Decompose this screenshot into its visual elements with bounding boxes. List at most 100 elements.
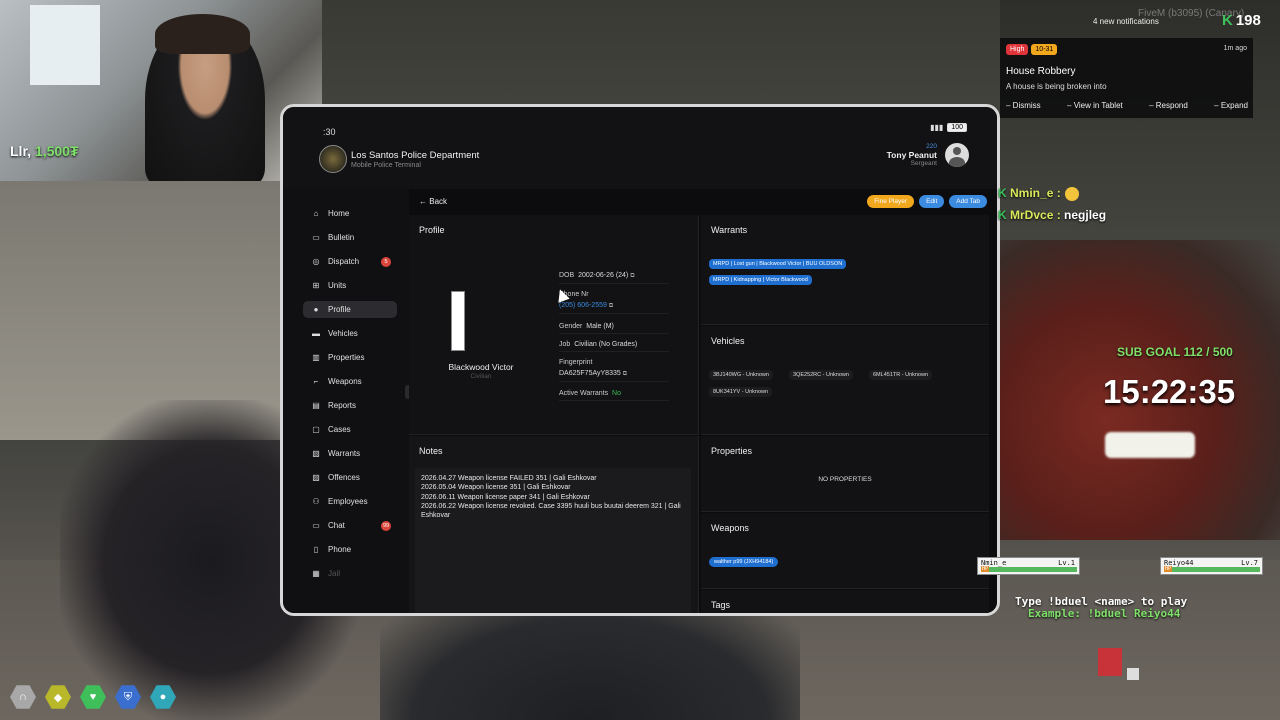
cases-icon: ▢ [312,425,320,434]
chat-icon: ▭ [312,521,320,530]
water-icon: ● [150,685,176,709]
sidebar-item-chat[interactable]: ▭ Chat 99 [303,517,397,534]
fine-player-button[interactable]: Fine Player [867,195,915,208]
copy-icon[interactable]: ⧉ [630,273,634,279]
webcam-window [30,5,100,85]
sidebar-item-weapons[interactable]: ⌐ Weapons [303,373,397,390]
avatar[interactable] [945,143,969,167]
gun-icon: ⌐ [313,377,319,386]
sidebar-item-label: Vehicles [328,329,358,338]
vehicle-tag[interactable]: 3BJ140WG - Unknown [709,370,773,380]
sidebar-item-properties[interactable]: ▥ Properties [303,349,397,366]
properties-title: Properties [711,446,753,456]
sidebar-item-dispatch[interactable]: ◎ Dispatch 5 [303,253,397,270]
vehicle-tag[interactable]: 6ML451TR - Unknown [869,370,933,380]
warrants-icon: ▧ [312,449,320,458]
active-warrants-field: Active Warrants No [559,390,669,401]
respond-button[interactable]: – Respond [1149,101,1188,110]
notes-textarea[interactable]: 2026.04.27 Weapon license FAILED 351 | G… [415,468,691,613]
donation-label: Llr, 1,500₮ [10,143,79,159]
sidebar-item-cases[interactable]: ▢ Cases [303,421,397,438]
warrants-title: Warrants [711,225,748,235]
sidebar-item-bulletin[interactable]: ▭ Bulletin [303,229,397,246]
sidebar-item-warrants[interactable]: ▧ Warrants [303,445,397,462]
notification-count[interactable]: 4 new notifications [1093,17,1159,26]
weapons-panel: Weapons walther p99 (JXH94184) [701,513,989,589]
hexagon-icon: ◆ [45,685,71,709]
user-id: 220 [926,143,937,150]
sidebar: ⌂ Home ▭ Bulletin ◎ Dispatch 5 ⊞ Units ● Profile ▬ V… [283,189,409,613]
kick-icon: K [998,208,1007,222]
sidebar-item-label: Units [328,281,347,290]
notes-panel: Notes 2026.04.27 Weapon license FAILED 3… [409,436,699,613]
duel-player-card: Reiyo44 Lv.7 HP [1160,557,1263,575]
department-name: Los Santos Police Department [351,150,480,161]
car-headlight [1105,432,1195,458]
note-line: 2026.06.22 Weapon license revoked. Case … [421,502,681,520]
sidebar-item-label: Weapons [328,377,362,386]
edit-button[interactable]: Edit [919,195,945,208]
lspd-seal-icon [319,145,347,173]
weapons-title: Weapons [711,523,749,533]
mugshot-image[interactable] [451,291,465,351]
vehicle-tag[interactable]: 8UK341YV - Unknown [709,387,773,397]
copy-icon[interactable]: ⧉ [609,303,613,309]
bulletin-icon: ▭ [312,233,320,242]
status-bar: ▮▮▮ 100 [930,123,967,132]
back-button[interactable]: ← Back [419,197,447,206]
vehicle-tag[interactable]: 3QE252RC - Unknown [789,370,853,380]
sidebar-item-home[interactable]: ⌂ Home [303,205,397,222]
sub-goal: SUB GOAL 112 / 500 [1117,345,1233,359]
view-in-tablet-button[interactable]: – View in Tablet [1067,101,1123,110]
weapon-tag[interactable]: walther p99 (JXH94184) [709,557,779,567]
sidebar-item-label: Bulletin [328,233,355,242]
status-time: :30 [323,127,336,137]
alert-time: 1m ago [1223,45,1247,52]
dismiss-button[interactable]: – Dismiss [1006,101,1041,110]
shield-icon: ⛨ [115,685,141,709]
stream-timer: 15:22:35 [1103,373,1236,410]
phone-field: Phone Nr (205) 606-2559 ⧉ [559,291,669,314]
sidebar-item-profile[interactable]: ● Profile [303,301,397,318]
emoji-icon [1064,186,1079,201]
sidebar-item-employees[interactable]: ⚇ Employees [303,493,397,510]
warrant-tag[interactable]: MRPD | Kidnapping | Victor Blackwood [709,275,812,285]
sidebar-item-label: Offences [328,473,360,482]
gender-field: Gender Male (M) [559,323,669,334]
user-rank: Sergeant [910,160,937,167]
k-counter: K 198 [1222,12,1261,29]
expand-button[interactable]: – Expand [1214,101,1248,110]
code-badge: 10-31 [1031,44,1058,55]
player-hud: ∩ ◆ ♥ ⛨ ● [10,684,176,710]
warrants-panel: Warrants MRPD | Lost gun | Blackwood Vic… [701,215,989,325]
tags-title: Tags [711,600,731,610]
sidebar-item-units[interactable]: ⊞ Units [303,277,397,294]
sidebar-item-label: Reports [328,401,357,410]
tags-panel: Tags [701,590,989,613]
sidebar-item-label: Employees [328,497,368,506]
sidebar-item-offences[interactable]: ▨ Offences [303,469,397,486]
building-icon: ▥ [312,353,320,362]
sidebar-item-vehicles[interactable]: ▬ Vehicles [303,325,397,342]
home-icon: ⌂ [313,209,319,218]
sidebar-item-phone[interactable]: ▯ Phone [303,541,397,558]
department-subtitle: Mobile Police Terminal [351,162,421,169]
police-tablet: :30 ▮▮▮ 100 Los Santos Police Department… [280,104,1000,616]
duel-example: Example: !bduel Reiyo44 [1028,607,1181,620]
note-line: 2026.05.04 Weapon license 351 | Gali Esh… [421,484,571,492]
profile-title: Profile [419,225,445,235]
webcam-overlay: Llr, 1,500₮ [0,0,322,181]
priority-badge: High [1006,44,1029,55]
user-box[interactable]: 220 Tony Peanut Sergeant [887,143,969,167]
phone-icon: ▯ [313,545,319,554]
sidebar-item-reports[interactable]: ▤ Reports [303,397,397,414]
note-line: 2026.06.11 Weapon license paper 341 | Ga… [421,493,590,501]
phone-link[interactable]: (205) 606-2559 [559,302,607,309]
empty-properties: NO PROPERTIES [818,476,872,483]
copy-icon[interactable]: ⧉ [623,371,627,377]
add-tab-button[interactable]: Add Tab [949,195,987,208]
alert-title: House Robbery [1006,66,1076,77]
warrant-tag[interactable]: MRPD | Lost gun | Blackwood Victor | BUU… [709,259,847,269]
duel-sprite [1098,648,1122,676]
note-line: 2026.04.27 Weapon license FAILED 351 | G… [421,475,597,482]
